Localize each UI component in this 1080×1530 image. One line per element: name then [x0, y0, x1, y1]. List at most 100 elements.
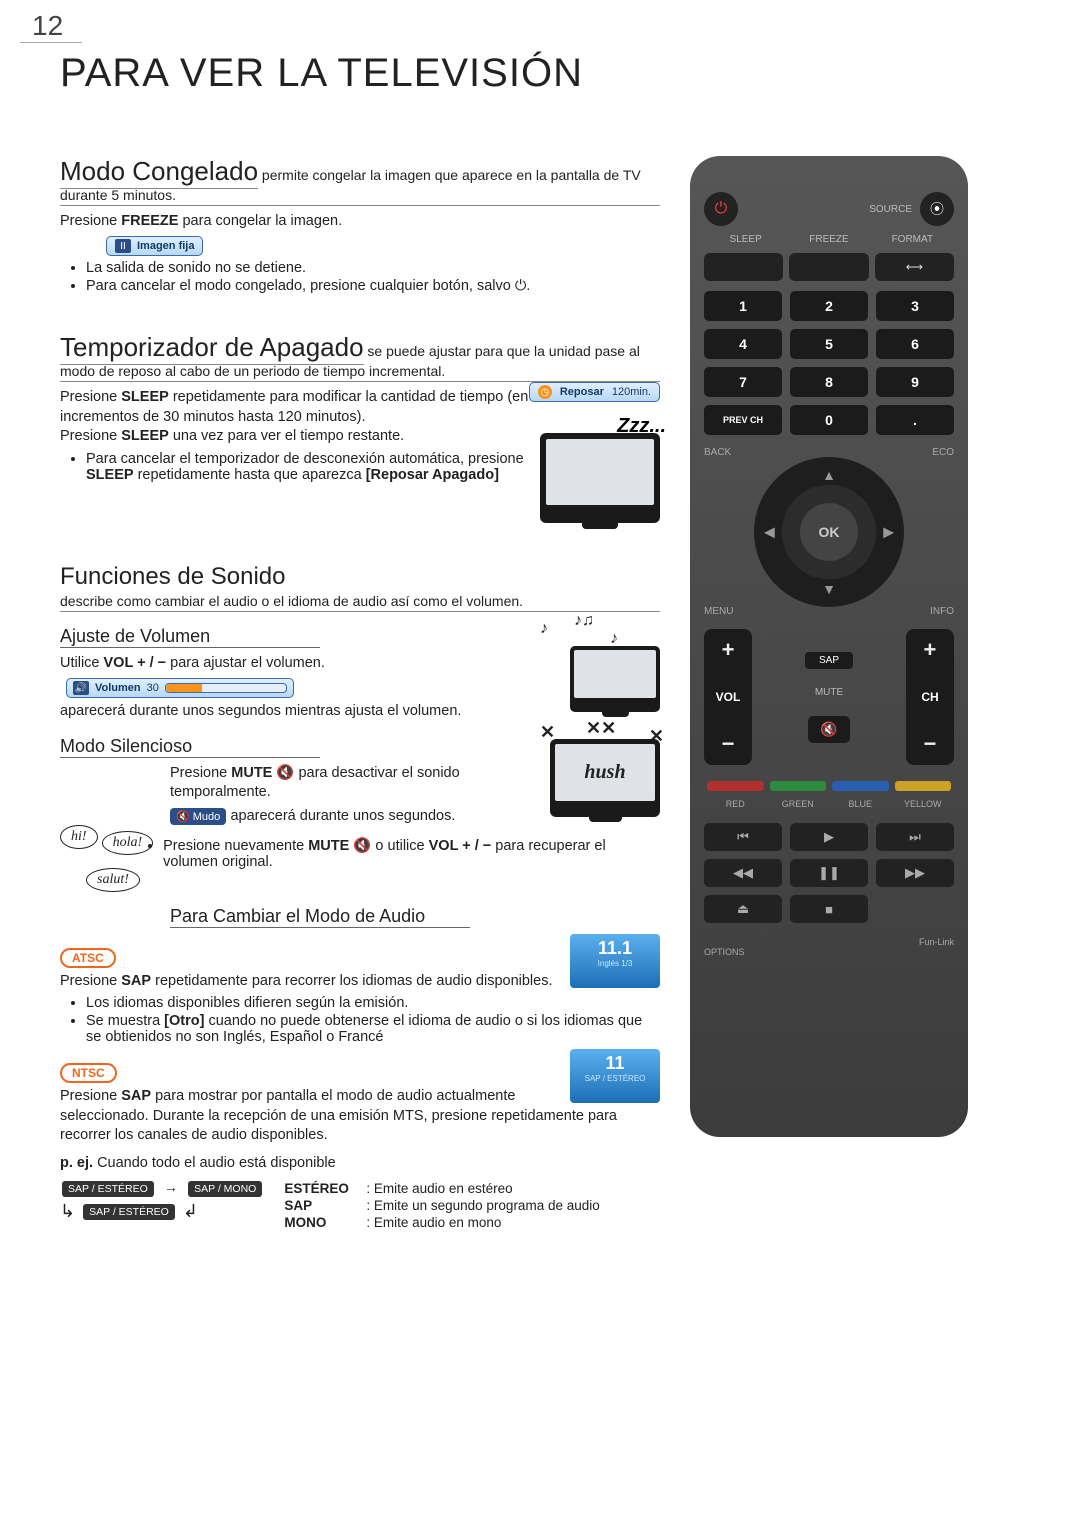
arrow-up-return-icon: ↳	[60, 1201, 75, 1222]
sap-button[interactable]: SAP	[805, 652, 853, 669]
power-button[interactable]: ⏻	[704, 192, 738, 226]
remote-control-illustration: ⏻ SOURCE ⦿ SLEEP FREEZE FORMAT ⟷ 1 2 3 4…	[690, 156, 968, 1137]
freeze-bullet-2: Para cancelar el modo congelado, presion…	[86, 278, 660, 294]
ok-button[interactable]: OK	[800, 503, 858, 561]
sleeping-tv-illustration: Zzz...	[540, 433, 660, 523]
atsc-channel-sub: Inglés 1/3	[570, 959, 660, 968]
num-dot-button[interactable]: .	[876, 405, 954, 435]
right-arrow-button[interactable]: ▶	[883, 524, 894, 541]
yellow-button[interactable]	[895, 781, 952, 791]
sound-heading: Funciones de Sonido	[60, 563, 660, 593]
num-0-button[interactable]: 0	[790, 405, 868, 435]
mute-osd-pill: 🔇 Mudo	[170, 808, 226, 825]
atsc-tag: ATSC	[60, 948, 116, 968]
num-9-button[interactable]: 9	[876, 367, 954, 397]
mute-bullet-1: Presione nuevamente MUTE 🔇 o utilice VOL…	[163, 837, 660, 870]
num-6-button[interactable]: 6	[876, 329, 954, 359]
vol-label: VOL	[716, 690, 741, 704]
vol-down-icon: −	[722, 731, 735, 757]
volume-osd: 🔊 Volumen 30	[66, 678, 294, 698]
sleep-heading: Temporizador de Apagado	[60, 332, 364, 365]
num-2-button[interactable]: 2	[790, 291, 868, 321]
num-5-button[interactable]: 5	[790, 329, 868, 359]
mute-after-text: aparecerá durante unos segundos.	[230, 808, 455, 824]
ntsc-tag: NTSC	[60, 1063, 117, 1083]
source-label: SOURCE	[738, 204, 912, 215]
speaker-icon: 🔊	[73, 681, 89, 695]
prev-ch-button[interactable]: PREV CH	[704, 405, 782, 435]
num-7-button[interactable]: 7	[704, 367, 782, 397]
freeze-heading-sub2: durante 5 minutos.	[60, 187, 660, 206]
left-arrow-button[interactable]: ◀	[764, 524, 775, 541]
page-number: 12	[20, 0, 82, 43]
down-arrow-button[interactable]: ▼	[822, 581, 836, 597]
clock-icon: ◷	[538, 385, 552, 399]
arrow-left-return-icon: ↲	[183, 1201, 198, 1222]
sleep-osd-label: Reposar	[560, 386, 604, 398]
funlink-label: Fun-Link	[704, 937, 954, 947]
green-button[interactable]	[770, 781, 827, 791]
pej-line: p. ej. Cuando todo el audio está disponi…	[60, 1154, 660, 1174]
sleep-label: SLEEP	[704, 234, 787, 245]
num-8-button[interactable]: 8	[790, 367, 868, 397]
hola-bubble: hola!	[102, 831, 154, 855]
channel-rocker[interactable]: + CH −	[906, 629, 954, 765]
salut-bubble: salut!	[86, 868, 140, 892]
sap-flow-diagram: SAP / ESTÉREO → SAP / MONO ↳ SAP / ESTÉR…	[60, 1179, 264, 1222]
freeze-instruction: Presione FREEZE para congelar la imagen.	[60, 212, 660, 232]
ch-up-icon: +	[924, 637, 937, 663]
atsc-bullet-2: Se muestra [Otro] cuando no puede obtene…	[86, 1013, 660, 1045]
skip-back-button[interactable]: ⏮	[704, 823, 782, 851]
music-note-icon: ♪♫	[574, 612, 594, 630]
freeze-heading-sub: permite congelar la imagen que aparece e…	[258, 167, 641, 183]
music-note-icon: ♪	[540, 620, 548, 638]
freeze-label: FREEZE	[787, 234, 870, 245]
atsc-bullet-1: Los idiomas disponibles difieren según l…	[86, 995, 660, 1011]
volume-osd-value: 30	[147, 682, 159, 694]
play-button[interactable]: ▶	[790, 823, 868, 851]
red-button[interactable]	[707, 781, 764, 791]
arrow-right-icon: →	[164, 1179, 178, 1195]
ffwd-button[interactable]: ▶▶	[876, 859, 954, 887]
pause-button[interactable]: ❚❚	[790, 859, 868, 887]
num-3-button[interactable]: 3	[876, 291, 954, 321]
freeze-button[interactable]	[789, 253, 868, 281]
sleep-heading-sub2: modo de reposo al cabo de un periodo de …	[60, 363, 660, 382]
freeze-osd: II Imagen fija	[106, 236, 203, 256]
format-label: FORMAT	[871, 234, 954, 245]
sleep-button[interactable]	[704, 253, 783, 281]
volume-rocker[interactable]: + VOL −	[704, 629, 752, 765]
ch-down-icon: −	[924, 731, 937, 757]
rewind-button[interactable]: ◀◀	[704, 859, 782, 887]
ntsc-channel-sub: SAP / ESTÉREO	[570, 1074, 660, 1083]
blue-button[interactable]	[832, 781, 889, 791]
mute-subheading: Modo Silencioso	[60, 736, 320, 758]
num-1-button[interactable]: 1	[704, 291, 782, 321]
skip-fwd-button[interactable]: ⏭	[876, 823, 954, 851]
audio-mode-subheading: Para Cambiar el Modo de Audio	[170, 906, 470, 928]
dpad: BACK ECO MENU INFO OK ▲ ▼ ◀ ▶	[704, 447, 954, 617]
format-button[interactable]: ⟷	[875, 253, 954, 281]
page-title: PARA VER LA TELEVISIÓN	[60, 51, 1080, 96]
sleep-osd-time: 120min.	[612, 386, 651, 398]
mute-label: MUTE	[815, 687, 843, 698]
volume-tv-illustration: ♪♫ ♪ ♪	[530, 612, 660, 712]
red-label: RED	[704, 799, 767, 809]
num-4-button[interactable]: 4	[704, 329, 782, 359]
zzz-text: Zzz...	[617, 415, 666, 438]
atsc-channel-number: 11.1	[570, 938, 660, 959]
hush-text: hush	[555, 744, 655, 801]
stop-button[interactable]: ■	[790, 895, 868, 923]
up-arrow-button[interactable]: ▲	[822, 467, 836, 483]
freeze-bullet-1: La salida de sonido no se detiene.	[86, 260, 660, 276]
source-button[interactable]: ⦿	[920, 192, 954, 226]
eject-button[interactable]: ⏏	[704, 895, 782, 923]
volume-osd-label: Volumen	[95, 682, 141, 694]
ntsc-channel-osd: 11 SAP / ESTÉREO	[570, 1049, 660, 1103]
mute-button[interactable]: 🔇	[808, 716, 849, 743]
blue-label: BLUE	[829, 799, 892, 809]
mute-tv-illustration: ✕ ✕✕ ✕ hush	[530, 722, 660, 817]
info-label: INFO	[930, 606, 954, 617]
legend-sap: SAP: Emite un segundo programa de audio	[284, 1198, 599, 1213]
sleep-osd: ◷ Reposar 120min.	[529, 382, 660, 402]
